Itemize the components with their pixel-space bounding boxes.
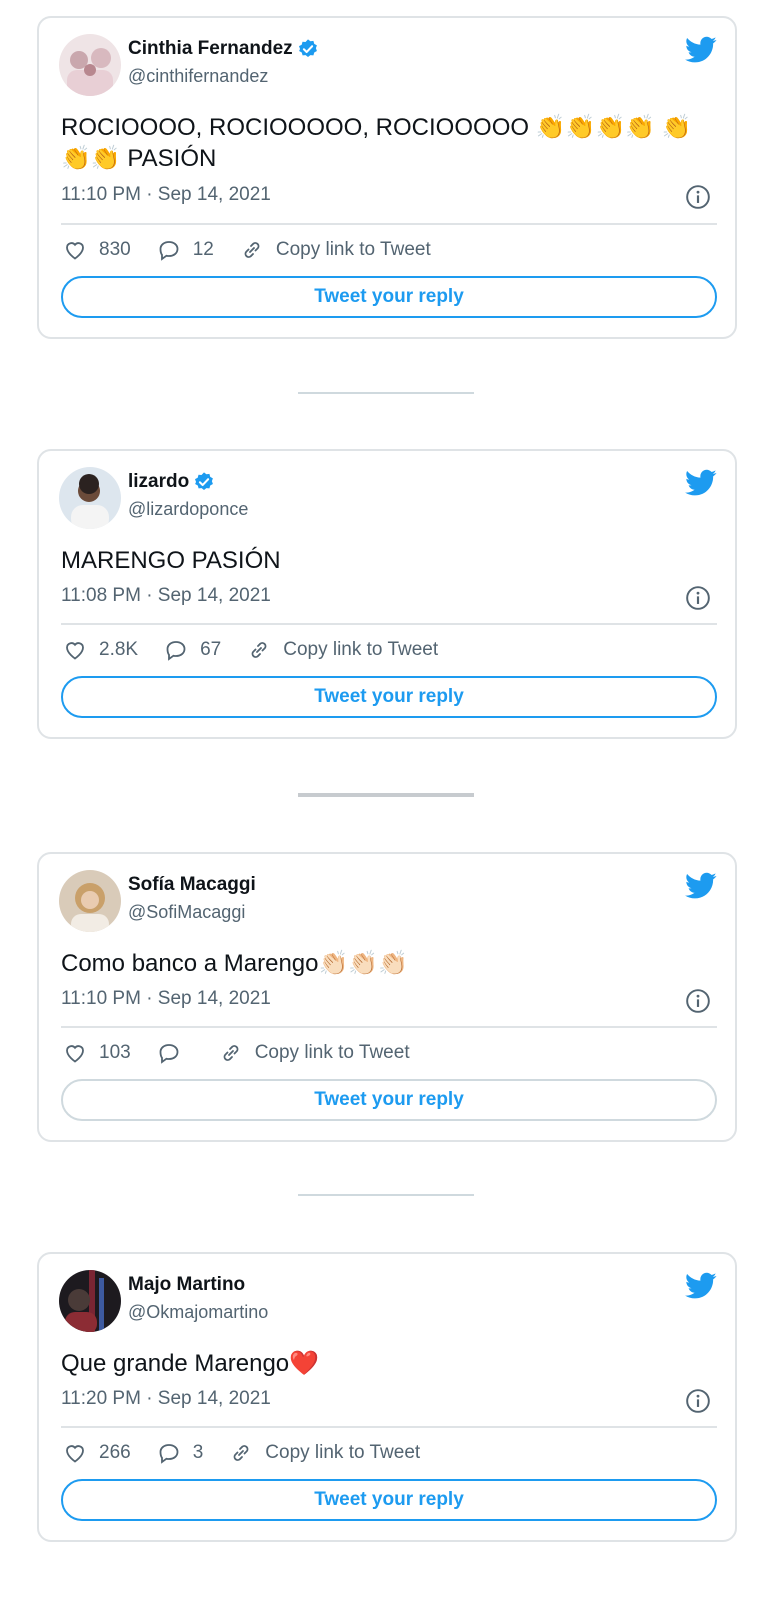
twitter-bird-icon[interactable] — [685, 872, 717, 900]
reply-count: 3 — [192, 1442, 204, 1463]
like-action[interactable]: 2.8K — [63, 638, 138, 662]
copy-link-label: Copy link to Tweet — [265, 1442, 421, 1463]
tweet-actions: 266 3 Copy link to Tweet — [63, 1438, 446, 1468]
avatar[interactable] — [59, 1270, 121, 1332]
divider — [61, 223, 717, 225]
tweet-card[interactable]: lizardo @lizardoponce MARENGO PASIÓN 11:… — [37, 449, 737, 739]
reply-action[interactable] — [157, 1041, 193, 1065]
copy-link-action[interactable]: Copy link to Tweet — [229, 1441, 420, 1465]
tweet-timestamp[interactable]: 11:10 PM · Sep 14, 2021 — [61, 988, 271, 1010]
avatar[interactable] — [59, 870, 121, 932]
tweet-timestamp[interactable]: 11:08 PM · Sep 14, 2021 — [61, 585, 271, 607]
tweet-timestamp[interactable]: 11:10 PM · Sep 14, 2021 — [61, 184, 271, 206]
copy-link-action[interactable]: Copy link to Tweet — [219, 1041, 410, 1065]
like-count: 103 — [99, 1042, 131, 1063]
link-icon — [223, 1045, 239, 1061]
tweet-header: lizardo @lizardoponce — [59, 467, 719, 531]
tweet-text: Como banco a Marengo👏🏻👏🏻👏🏻 — [61, 950, 409, 977]
heart-icon — [66, 242, 84, 260]
tweet-timestamp[interactable]: 11:20 PM · Sep 14, 2021 — [61, 1388, 271, 1410]
copy-link-action[interactable]: Copy link to Tweet — [240, 238, 431, 262]
name-row: Cinthia Fernandez — [128, 38, 319, 60]
tweet-card[interactable]: Majo Martino @Okmajomartino Que grande M… — [37, 1252, 737, 1542]
tweet-text: MARENGO PASIÓN — [61, 547, 281, 574]
tweet-your-reply-button[interactable]: Tweet your reply — [61, 1079, 717, 1121]
name-row: Majo Martino — [128, 1274, 245, 1296]
divider — [61, 1026, 717, 1028]
verified-badge-icon — [298, 39, 317, 57]
tweet-text: Que grande Marengo❤️ — [61, 1350, 320, 1377]
user-handle[interactable]: @Okmajomartino — [128, 1302, 268, 1323]
link-icon — [233, 1445, 249, 1461]
reply-count: 67 — [200, 639, 222, 660]
divider — [61, 623, 717, 625]
info-icon[interactable] — [685, 988, 711, 1014]
heart-icon — [66, 642, 84, 660]
twitter-bird-icon[interactable] — [685, 469, 717, 497]
like-count: 830 — [99, 239, 131, 260]
like-count: 266 — [99, 1442, 131, 1463]
reply-bubble-icon — [159, 241, 179, 261]
tweet-actions: 2.8K 67 Copy link to Tweet — [63, 635, 464, 665]
tweet-your-reply-button[interactable]: Tweet your reply — [61, 276, 717, 318]
tweet-header: Cinthia Fernandez @cinthifernandez — [59, 34, 719, 98]
name-row: lizardo — [128, 471, 215, 493]
verified-badge-icon — [195, 472, 214, 490]
avatar[interactable] — [59, 34, 121, 96]
tweet-card[interactable]: Sofía Macaggi @SofiMacaggi Como banco a … — [37, 852, 737, 1142]
link-icon — [251, 642, 267, 658]
twitter-bird-icon[interactable] — [685, 1272, 717, 1300]
info-icon[interactable] — [685, 184, 711, 210]
copy-link-label: Copy link to Tweet — [283, 639, 439, 660]
display-name[interactable]: Sofía Macaggi — [128, 874, 256, 896]
reply-action[interactable]: 67 — [164, 638, 221, 662]
info-icon[interactable] — [685, 1388, 711, 1414]
tweet-header: Sofía Macaggi @SofiMacaggi — [59, 870, 719, 934]
tweet-card[interactable]: Cinthia Fernandez @cinthifernandez ROCIO… — [37, 16, 737, 339]
copy-link-action[interactable]: Copy link to Tweet — [247, 638, 438, 662]
tweet-actions: 103 Copy link to Tweet — [63, 1038, 436, 1068]
like-action[interactable]: 103 — [63, 1041, 131, 1065]
reply-bubble-icon — [159, 1444, 179, 1464]
name-row: Sofía Macaggi — [128, 874, 256, 896]
heart-icon — [66, 1445, 84, 1463]
like-count: 2.8K — [99, 639, 139, 660]
like-action[interactable]: 830 — [63, 238, 131, 262]
tweet-your-reply-button[interactable]: Tweet your reply — [61, 1479, 717, 1521]
reply-count: 12 — [192, 239, 214, 260]
separator — [298, 1194, 474, 1196]
tweet-text: ROCIOOOO, ROCIOOOOO, ROCIOOOOO 👏👏👏👏 👏👏👏 … — [61, 114, 692, 172]
heart-icon — [66, 1045, 84, 1063]
reply-action[interactable]: 3 — [157, 1441, 204, 1465]
avatar[interactable] — [59, 467, 121, 529]
tweet-your-reply-button[interactable]: Tweet your reply — [61, 676, 717, 718]
display-name[interactable]: Cinthia Fernandez — [128, 38, 293, 60]
copy-link-label: Copy link to Tweet — [275, 239, 431, 260]
display-name[interactable]: Majo Martino — [128, 1274, 245, 1296]
copy-link-label: Copy link to Tweet — [254, 1042, 410, 1063]
divider — [61, 1426, 717, 1428]
display-name[interactable]: lizardo — [128, 471, 189, 493]
tweet-actions: 830 12 Copy link to Tweet — [63, 235, 457, 265]
user-handle[interactable]: @cinthifernandez — [128, 66, 268, 87]
reply-bubble-icon — [166, 641, 186, 661]
separator — [298, 392, 474, 394]
like-action[interactable]: 266 — [63, 1441, 131, 1465]
user-handle[interactable]: @SofiMacaggi — [128, 902, 245, 923]
user-handle[interactable]: @lizardoponce — [128, 499, 248, 520]
reply-action[interactable]: 12 — [157, 238, 214, 262]
reply-bubble-icon — [159, 1044, 179, 1064]
separator — [298, 793, 474, 797]
link-icon — [244, 242, 260, 258]
info-icon[interactable] — [685, 585, 711, 611]
twitter-bird-icon[interactable] — [685, 36, 717, 64]
tweet-header: Majo Martino @Okmajomartino — [59, 1270, 719, 1334]
